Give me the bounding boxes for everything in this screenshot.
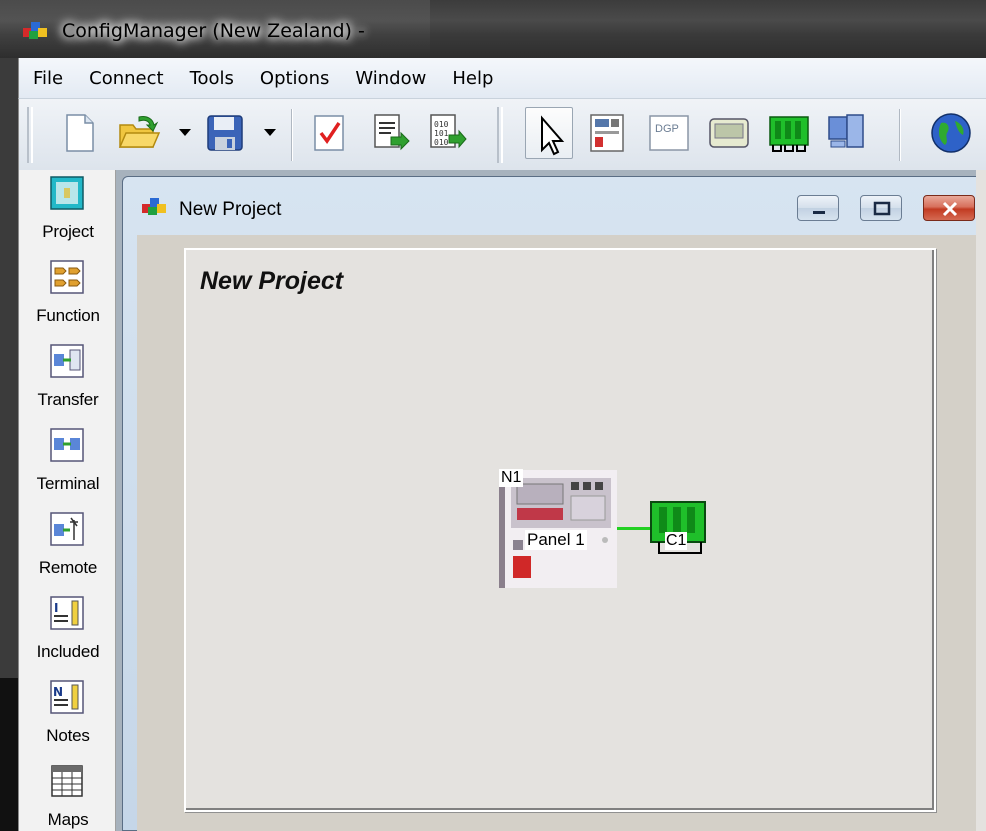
project-window-icon[interactable] [141,195,169,217]
loop-card-node[interactable]: C1 [649,501,707,555]
notes-icon: N [50,680,84,714]
minimize-icon [813,211,825,214]
pointer-icon [541,115,565,156]
fire-panel-icon [499,470,617,588]
sidebar-label: Project [42,222,94,241]
app-icon[interactable] [22,19,50,41]
sidebar-item-transfer[interactable]: Transfer [19,338,117,420]
left-border [0,58,18,831]
panel-layout-icon[interactable] [585,111,629,155]
dgp-label: DGP [655,123,679,135]
sidebar-item-included[interactable]: I Included [19,590,117,672]
terminal-icon [50,428,84,462]
menu-file[interactable]: File [33,68,63,89]
sidebar-label: Transfer [37,390,99,409]
new-file-icon[interactable] [57,111,101,155]
toolbar-grip[interactable] [497,107,503,163]
maps-icon [51,765,83,797]
dgp-button[interactable]: DGP [647,111,691,155]
toolbar-grip[interactable] [27,107,33,163]
window-title: ConfigManager (New Zealand) - [62,20,365,42]
transfer-icon [50,344,84,378]
sidebar-item-remote[interactable]: Remote [19,506,117,588]
project-icon [50,176,84,210]
open-folder-icon[interactable] [117,111,161,155]
sidebar: Project Function Transfer Terminal Remot… [18,170,116,831]
menu-window[interactable]: Window [355,68,426,89]
sidebar-label: Notes [46,726,90,745]
function-icon [50,260,84,294]
svg-text:N: N [53,685,63,699]
menu-help[interactable]: Help [452,68,493,89]
svg-text:010: 010 [434,138,449,147]
connection-line [617,527,651,530]
sidebar-label: Remote [38,558,98,577]
save-icon[interactable] [203,111,247,155]
close-icon [942,201,958,217]
close-button[interactable] [923,195,975,221]
panel-label: Panel 1 [525,530,587,550]
svg-text:I: I [54,601,58,615]
globe-icon[interactable] [927,111,971,155]
menu-bar: File Connect Tools Options Window Help [18,58,986,98]
binary-export-icon[interactable]: 010 101 010 [423,111,467,155]
sidebar-label: Maps [47,810,89,829]
right-edge [976,170,986,831]
svg-text:010: 010 [434,120,449,129]
enclosure-icon[interactable] [707,111,751,155]
maximize-button[interactable] [860,195,902,221]
menu-options[interactable]: Options [260,68,329,89]
title-bar: ConfigManager (New Zealand) - [0,0,986,58]
sidebar-item-function[interactable]: Function [19,254,117,336]
maximize-icon [873,201,891,216]
project-heading: New Project [200,267,344,295]
panel-node[interactable]: N1 Panel 1 [499,469,617,588]
project-canvas[interactable]: New Project N1 Panel 1 C1 [184,248,936,812]
sidebar-item-terminal[interactable]: Terminal [19,422,117,504]
sidebar-item-maps[interactable]: Maps [19,758,117,831]
toolbar: 010 101 010 DGP [18,98,986,170]
check-document-icon[interactable] [307,111,351,155]
menu-connect[interactable]: Connect [89,68,163,89]
sidebar-item-notes[interactable]: N Notes [19,674,117,756]
pointer-button[interactable] [525,107,573,159]
project-window: New Project New Project N1 Panel 1 C1 [122,176,986,831]
sidebar-label: Terminal [36,474,100,493]
loop-card-icon[interactable] [767,111,811,155]
sidebar-label: Function [36,306,100,325]
node-id-label: N1 [499,469,524,487]
sidebar-label: Included [36,642,100,661]
open-dropdown-arrow-icon[interactable] [179,129,191,136]
document-import-icon[interactable] [367,111,411,155]
window-client-area: New Project N1 Panel 1 C1 [137,235,986,831]
network-computer-icon[interactable] [825,111,869,155]
svg-text:101: 101 [434,129,449,138]
menu-tools[interactable]: Tools [190,68,234,89]
save-dropdown-arrow-icon[interactable] [264,129,276,136]
project-window-title: New Project [179,199,282,220]
remote-icon [50,512,84,546]
sidebar-item-project[interactable]: Project [19,170,117,252]
card-label: C1 [665,532,688,550]
minimize-button[interactable] [797,195,839,221]
included-icon: I [50,596,84,630]
